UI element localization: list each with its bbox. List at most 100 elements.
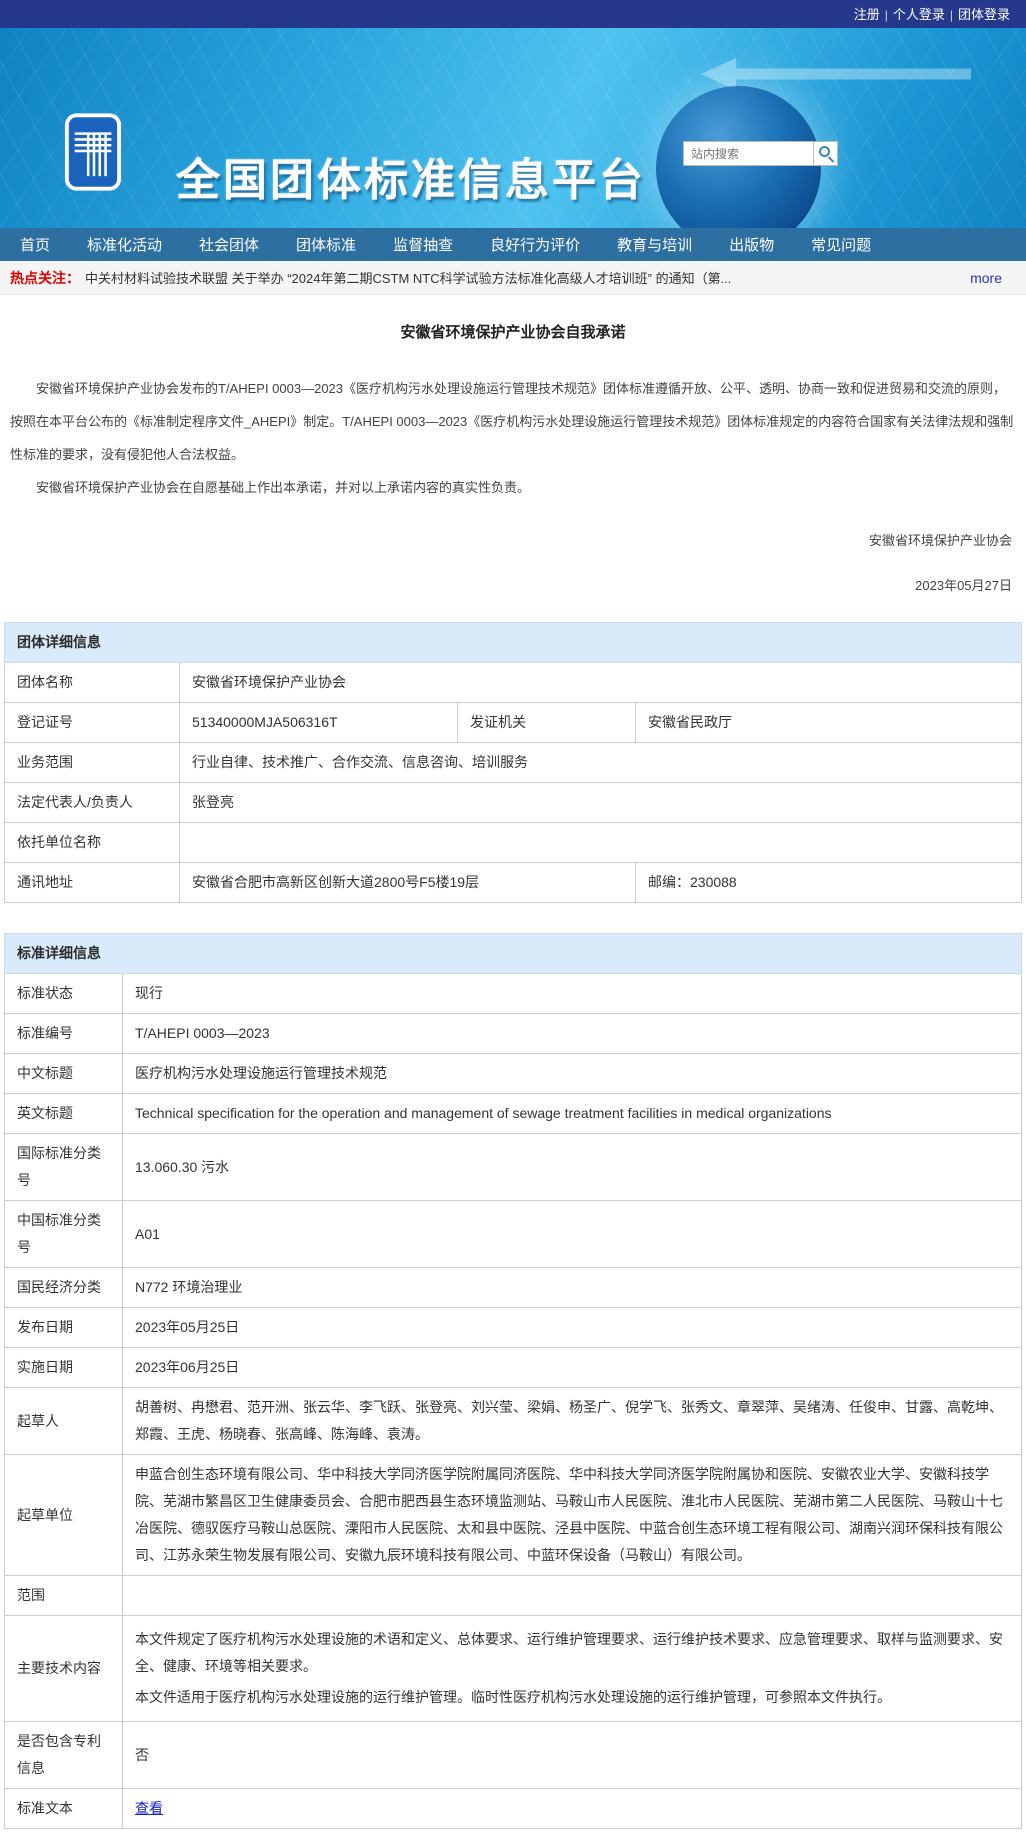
row-value: 否 bbox=[122, 1721, 1022, 1789]
row-value: 申蓝合创生态环境有限公司、华中科技大学同济医学院附属同济医院、华中科技大学同济医… bbox=[122, 1454, 1022, 1576]
table-row: 范围 bbox=[4, 1575, 1022, 1616]
row-label: 国际标准分类号 bbox=[4, 1133, 123, 1201]
logo-icon bbox=[64, 113, 122, 191]
page: 注册 | 个人登录 | 团体登录 全国团体标准信息平台 站内搜索 首页 标准化活… bbox=[0, 0, 1026, 1829]
table-row: 通讯地址 安徽省合肥市高新区创新大道2800号F5楼19层 邮编：230088 bbox=[4, 862, 1022, 903]
row-label: 国民经济分类 bbox=[4, 1267, 123, 1308]
nav-item-7[interactable]: 出版物 bbox=[729, 234, 774, 255]
more-link[interactable]: more bbox=[970, 270, 1002, 286]
search-bar bbox=[683, 141, 838, 166]
main-content: 安徽省环境保护产业协会自我承诺 安徽省环境保护产业协会发布的T/AHEPI 00… bbox=[0, 321, 1026, 1829]
row-value: 行业自律、技术推广、合作交流、信息咨询、培训服务 bbox=[179, 742, 1022, 783]
topbar: 注册 | 个人登录 | 团体登录 bbox=[0, 0, 1026, 28]
nav-item-1[interactable]: 标准化活动 bbox=[87, 234, 162, 255]
group-info-header-row: 团体详细信息 bbox=[4, 622, 1022, 663]
row-value: T/AHEPI 0003—2023 bbox=[122, 1013, 1022, 1054]
row-value-paragraph: 本文件规定了医疗机构污水处理设施的术语和定义、总体要求、运行维护管理要求、运行维… bbox=[135, 1631, 1003, 1674]
row-value: 13.060.30 污水 bbox=[122, 1133, 1022, 1201]
table-row: 登记证号 51340000MJA506316T 发证机关 安徽省民政厅 bbox=[4, 702, 1022, 743]
topbar-link-1[interactable]: 个人登录 bbox=[893, 7, 945, 22]
hot-news-label: 热点关注： bbox=[10, 269, 80, 286]
row-label: 法定代表人/负责人 bbox=[4, 782, 180, 823]
row-value: Technical specification for the operatio… bbox=[122, 1093, 1022, 1134]
search-button[interactable] bbox=[813, 141, 838, 166]
search-input[interactable] bbox=[683, 141, 813, 166]
row-value: N772 环境治理业 bbox=[122, 1267, 1022, 1308]
row-value: A01 bbox=[122, 1200, 1022, 1268]
row-value: 51340000MJA506316T bbox=[179, 702, 458, 743]
standard-info-table-body: 标准状态 现行 标准编号 T/AHEPI 0003—2023 中文标题 医疗机构污水处理设… bbox=[4, 973, 1022, 1829]
row-label: 中文标题 bbox=[4, 1053, 123, 1094]
row-label: 标准编号 bbox=[4, 1013, 123, 1054]
row-value-paragraph: 本文件适用于医疗机构污水处理设施的运行维护管理。临时性医疗机构污水处理设施的运行… bbox=[135, 1689, 891, 1705]
table-row: 依托单位名称 bbox=[4, 822, 1022, 863]
table-row: 是否包含专利信息否 bbox=[4, 1721, 1022, 1789]
group-info-table: 团体详细信息 团体名称 安徽省环境保护产业协会 登记证号 51340000MJA… bbox=[4, 622, 1022, 903]
nav-item-4[interactable]: 监督抽查 bbox=[393, 234, 453, 255]
nav-item-5[interactable]: 良好行为评价 bbox=[490, 234, 580, 255]
standard-info-section-title: 标准详细信息 bbox=[4, 933, 1022, 974]
table-row: 标准编号 T/AHEPI 0003—2023 bbox=[4, 1013, 1022, 1054]
row-value: 医疗机构污水处理设施运行管理技术规范 bbox=[122, 1053, 1022, 1094]
site-logo[interactable] bbox=[64, 112, 122, 192]
hot-news-headline[interactable]: 中关村材料试验技术联盟 关于举办 “2024年第二期CSTM NTC科学试验方法… bbox=[85, 268, 956, 287]
table-row: 业务范围 行业自律、技术推广、合作交流、信息咨询、培训服务 bbox=[4, 742, 1022, 783]
row-label: 依托单位名称 bbox=[4, 822, 180, 863]
group-info-section-title: 团体详细信息 bbox=[4, 622, 1022, 663]
row-label: 通讯地址 bbox=[4, 862, 180, 903]
nav-item-2[interactable]: 社会团体 bbox=[199, 234, 259, 255]
topbar-links: 注册 | 个人登录 | 团体登录 bbox=[850, 4, 1014, 24]
row-label: 发证机关 bbox=[457, 702, 636, 743]
row-label: 登记证号 bbox=[4, 702, 180, 743]
standard-text-cell: 查看 bbox=[122, 1788, 1022, 1829]
row-label: 发布日期 bbox=[4, 1307, 123, 1348]
table-row: 起草单位 申蓝合创生态环境有限公司、华中科技大学同济医学院附属同济医院、华中科技大… bbox=[4, 1454, 1022, 1576]
row-value bbox=[122, 1575, 1022, 1616]
row-label: 标准文本 bbox=[4, 1788, 123, 1829]
row-value: 胡善树、冉懋君、范开洲、张云华、李飞跃、张登亮、刘兴莹、梁娟、杨圣广、倪学飞、张… bbox=[122, 1387, 1022, 1455]
commitment-date: 2023年05月27日 bbox=[915, 578, 1012, 593]
row-label: 标准状态 bbox=[4, 973, 123, 1014]
table-row: 中国标准分类号 A01 bbox=[4, 1200, 1022, 1268]
table-row: 英文标题 Technical specification for the oper… bbox=[4, 1093, 1022, 1134]
commitment-title: 安徽省环境保护产业协会自我承诺 bbox=[400, 324, 626, 341]
table-row: 起草人 胡善树、冉懋君、范开洲、张云华、李飞跃、张登亮、刘兴莹、梁娟、杨圣广、倪学… bbox=[4, 1387, 1022, 1455]
table-row: 法定代表人/负责人 张登亮 bbox=[4, 782, 1022, 823]
row-value: 本文件规定了医疗机构污水处理设施的术语和定义、总体要求、运行维护管理要求、运行维… bbox=[122, 1615, 1022, 1722]
commitment-signature: 安徽省环境保护产业协会 bbox=[868, 533, 1012, 548]
row-label: 范围 bbox=[4, 1575, 123, 1616]
table-row: 标准状态 现行 bbox=[4, 973, 1022, 1014]
row-label: 英文标题 bbox=[4, 1093, 123, 1134]
row-value: 2023年06月25日 bbox=[122, 1347, 1022, 1388]
table-row: 中文标题 医疗机构污水处理设施运行管理技术规范 bbox=[4, 1053, 1022, 1094]
row-label: 起草人 bbox=[4, 1387, 123, 1455]
nav-item-0[interactable]: 首页 bbox=[20, 234, 50, 255]
table-row: 国际标准分类号 13.060.30 污水 bbox=[4, 1133, 1022, 1201]
row-label: 中国标准分类号 bbox=[4, 1200, 123, 1268]
row-label: 起草单位 bbox=[4, 1454, 123, 1576]
hot-news-bar: 热点关注： 中关村材料试验技术联盟 关于举办 “2024年第二期CSTM NTC… bbox=[0, 261, 1026, 295]
nav-item-6[interactable]: 教育与培训 bbox=[617, 234, 692, 255]
topbar-link-0[interactable]: 注册 bbox=[854, 7, 880, 22]
table-row: 主要技术内容 本文件规定了医疗机构污水处理设施的术语和定义、总体要求、运行维护管理… bbox=[4, 1615, 1022, 1722]
row-label: 实施日期 bbox=[4, 1347, 123, 1388]
standard-info-table: 标准详细信息 标准状态 现行 标准编号 T/AHEPI 0003—2023 中文标题 医疗… bbox=[4, 933, 1022, 1829]
nav-item-8[interactable]: 常见问题 bbox=[811, 234, 871, 255]
row-value: 安徽省民政厅 bbox=[635, 702, 1022, 743]
row-label: 业务范围 bbox=[4, 742, 180, 783]
postcode-value: 邮编：230088 bbox=[635, 862, 1022, 903]
commitment-paragraph: 安徽省环境保护产业协会在自愿基础上作出本承诺，并对以上承诺内容的真实性负责。 bbox=[36, 480, 531, 495]
row-value: 2023年05月25日 bbox=[122, 1307, 1022, 1348]
table-row: 发布日期 2023年05月25日 bbox=[4, 1307, 1022, 1348]
view-standard-link[interactable]: 查看 bbox=[135, 1800, 163, 1816]
row-value: 安徽省环境保护产业协会 bbox=[179, 662, 1022, 703]
site-title: 全国团体标准信息平台 bbox=[176, 156, 646, 205]
search-icon bbox=[819, 146, 830, 157]
row-value: 安徽省合肥市高新区创新大道2800号F5楼19层 bbox=[179, 862, 636, 903]
nav-item-3[interactable]: 团体标准 bbox=[296, 234, 356, 255]
table-row: 国民经济分类 N772 环境治理业 bbox=[4, 1267, 1022, 1308]
topbar-separator: | bbox=[884, 8, 888, 22]
topbar-separator: | bbox=[949, 8, 953, 22]
table-row: 团体名称 安徽省环境保护产业协会 bbox=[4, 662, 1022, 703]
topbar-link-2[interactable]: 团体登录 bbox=[958, 7, 1010, 22]
